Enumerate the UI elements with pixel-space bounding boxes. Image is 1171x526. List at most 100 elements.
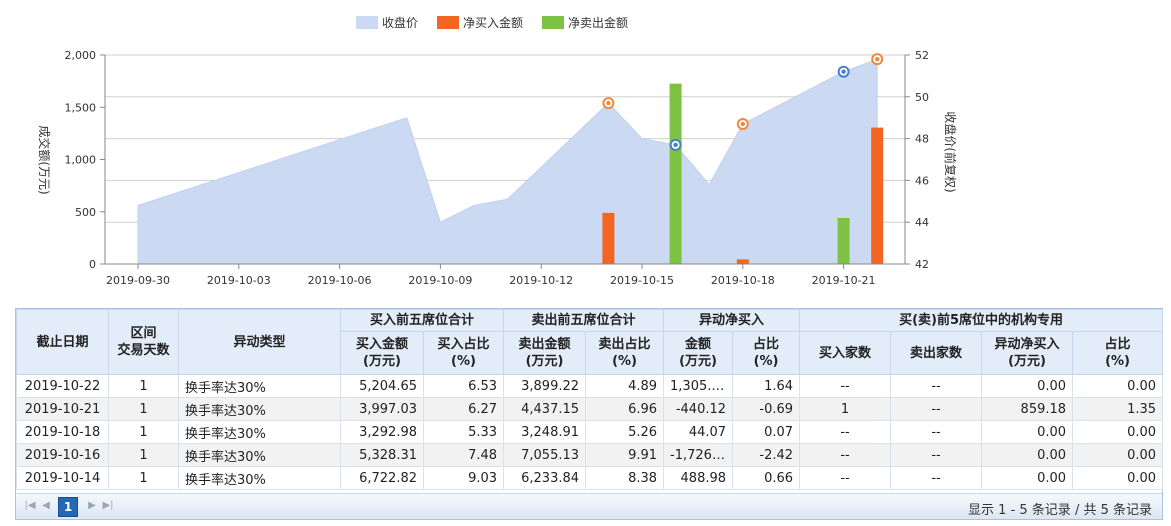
cell-buy-pct: 9.03	[422, 466, 505, 490]
header-inst-net[interactable]: 异动净买入 (万元)	[981, 331, 1074, 375]
cell-date: 2019-10-21	[16, 397, 109, 421]
cell-type: 换手率达30%	[178, 443, 341, 467]
x-tick-label: 2019-09-30	[106, 274, 170, 287]
cell-inst-net: 0.00	[981, 466, 1074, 490]
cell-net-amount: -440.12	[663, 397, 734, 421]
cell-sell-amount: 3,899.22	[503, 374, 587, 398]
header-inst-buy-count[interactable]: 买入家数	[799, 331, 892, 375]
left-tick-label: 0	[89, 258, 96, 271]
cell-net-amount: 488.98	[663, 466, 734, 490]
cell-inst-pct: 1.35	[1072, 397, 1164, 421]
close-price-area	[137, 58, 878, 265]
header-days[interactable]: 区间 交易天数	[108, 309, 179, 375]
cell-buy-pct: 5.33	[422, 420, 505, 444]
cell-inst-sell-count: --	[890, 443, 983, 467]
cell-inst-pct: 0.00	[1072, 466, 1164, 490]
left-axis-title: 成交额(万元)	[37, 125, 52, 194]
cell-buy-amount: 3,292.98	[340, 420, 424, 444]
cell-date: 2019-10-22	[16, 374, 109, 398]
cell-inst-buy-count: --	[799, 420, 892, 444]
net-buy-bar[interactable]	[871, 127, 884, 264]
cell-sell-amount: 4,437.15	[503, 397, 587, 421]
price-marker-dot	[740, 121, 745, 127]
right-tick-label: 46	[915, 174, 929, 187]
legend-swatch[interactable]	[356, 16, 378, 29]
legend-label[interactable]: 净卖出金额	[568, 15, 628, 30]
table-row[interactable]: 2019-10-22 1 换手率达30% 5,204.65 6.53 3,899.22 4.…	[16, 374, 1164, 398]
table-row[interactable]: 2019-10-16 1 换手率达30% 5,328.31 7.48 7,055.13 9.…	[16, 443, 1164, 467]
cell-buy-amount: 6,722.82	[340, 466, 424, 490]
close-price-series[interactable]	[137, 58, 878, 265]
legend-swatch[interactable]	[542, 16, 564, 29]
cell-sell-amount: 7,055.13	[503, 443, 587, 467]
net-buy-bar[interactable]	[736, 259, 749, 264]
cell-days: 1	[108, 374, 179, 398]
header-buy-pct[interactable]: 买入占比 (%)	[422, 331, 505, 375]
cell-inst-net: 0.00	[981, 420, 1074, 444]
header-net-pct[interactable]: 占比 (%)	[732, 331, 801, 375]
header-sell-pct[interactable]: 卖出占比 (%)	[585, 331, 665, 375]
group-institution: 买(卖)前5席位中的机构专用	[799, 309, 1164, 332]
cell-date: 2019-10-18	[16, 420, 109, 444]
data-grid: 截止日期 区间 交易天数 异动类型 买入前五席位合计 卖出前五席位合计 异动净买入…	[15, 308, 1164, 520]
left-tick-label: 500	[75, 206, 96, 219]
cell-inst-net: 0.00	[981, 443, 1074, 467]
legend-swatch[interactable]	[437, 16, 459, 29]
legend-label[interactable]: 收盘价	[382, 15, 418, 30]
cell-inst-buy-count: --	[799, 374, 892, 398]
price-marker-dot	[673, 142, 678, 148]
cell-inst-buy-count: --	[799, 466, 892, 490]
price-marker-dot	[841, 69, 846, 74]
x-tick-label: 2019-10-18	[711, 274, 775, 287]
group-net-buy: 异动净买入	[663, 309, 801, 332]
price-marker-dot	[875, 56, 880, 62]
last-page-icon[interactable]: ▶|	[102, 500, 114, 512]
header-inst-pct[interactable]: 占比 (%)	[1072, 331, 1164, 375]
right-tick-label: 50	[915, 91, 929, 104]
trading-chart: 收盘价 净买入金额 净卖出金额 0 500 1,000 1,500 2,000 42 44 46 4…	[37, 15, 958, 287]
right-tick-label: 48	[915, 133, 929, 146]
x-tick-label: 2019-10-03	[207, 274, 271, 287]
header-buy-amount[interactable]: 买入金额 (万元)	[340, 331, 424, 375]
table-row[interactable]: 2019-10-18 1 换手率达30% 3,292.98 5.33 3,248.91 5.…	[16, 420, 1164, 444]
legend-label[interactable]: 净买入金额	[463, 15, 523, 30]
cell-net-pct: -2.42	[732, 443, 801, 467]
group-sell-top5: 卖出前五席位合计	[503, 309, 665, 332]
header-type[interactable]: 异动类型	[178, 309, 341, 375]
header-net-amount[interactable]: 金额 (万元)	[663, 331, 734, 375]
cell-inst-sell-count: --	[890, 397, 983, 421]
pager-bar: |◀ ◀ 1 ▶ ▶| 显示 1 - 5 条记录 / 共 5 条记录	[16, 493, 1162, 519]
cell-type: 换手率达30%	[178, 374, 341, 398]
cell-inst-buy-count: --	[799, 443, 892, 467]
header-inst-sell-count[interactable]: 卖出家数	[890, 331, 983, 375]
right-tick-label: 44	[915, 216, 929, 229]
header-date[interactable]: 截止日期	[16, 309, 109, 375]
cell-inst-pct: 0.00	[1072, 374, 1164, 398]
left-tick-label: 1,000	[65, 154, 97, 167]
x-tick-label: 2019-10-06	[308, 274, 372, 287]
header-sell-amount[interactable]: 卖出金额 (万元)	[503, 331, 587, 375]
cell-sell-pct: 9.91	[585, 443, 665, 467]
next-page-icon[interactable]: ▶	[86, 500, 98, 512]
left-tick-label: 1,500	[65, 101, 97, 114]
cell-inst-net: 859.18	[981, 397, 1074, 421]
data-table: 截止日期 区间 交易天数 异动类型 买入前五席位合计 卖出前五席位合计 异动净买入…	[16, 309, 1164, 490]
cell-net-amount: 44.07	[663, 420, 734, 444]
cell-sell-amount: 6,233.84	[503, 466, 587, 490]
net-buy-bar[interactable]	[602, 212, 615, 264]
cell-buy-amount: 3,997.03	[340, 397, 424, 421]
group-buy-top5: 买入前五席位合计	[339, 309, 505, 332]
table-row[interactable]: 2019-10-14 1 换手率达30% 6,722.82 9.03 6,233.84 8.…	[16, 466, 1164, 490]
cell-net-pct: 0.66	[732, 466, 801, 490]
cell-days: 1	[108, 420, 179, 444]
prev-page-icon[interactable]: ◀	[40, 500, 52, 512]
cell-net-pct: 0.07	[732, 420, 801, 444]
table-row[interactable]: 2019-10-21 1 换手率达30% 3,997.03 6.27 4,437.15 6.…	[16, 397, 1164, 421]
net-sell-bar[interactable]	[669, 83, 682, 265]
cell-type: 换手率达30%	[178, 420, 341, 444]
x-tick-label: 2019-10-12	[509, 274, 573, 287]
page-number-button[interactable]: 1	[58, 497, 78, 517]
net-sell-bar[interactable]	[837, 218, 850, 264]
first-page-icon[interactable]: |◀	[24, 500, 36, 512]
price-marker-dot	[606, 100, 611, 106]
